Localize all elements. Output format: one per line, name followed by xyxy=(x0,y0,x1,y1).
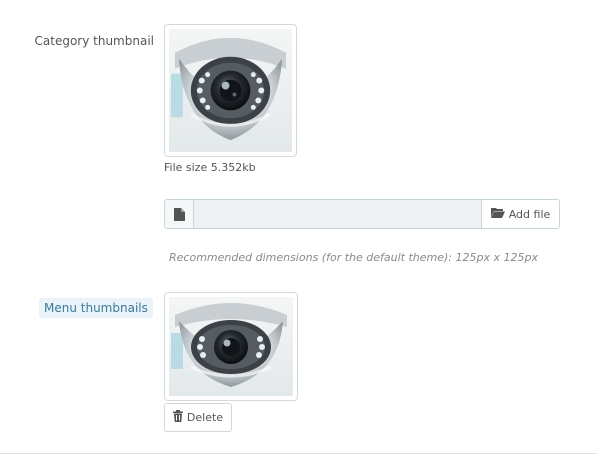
delete-label: Delete xyxy=(186,411,224,424)
add-file-button[interactable]: Add file xyxy=(481,200,559,228)
folder-open-icon xyxy=(490,207,505,221)
file-size-text: File size 5.352kb xyxy=(164,161,256,174)
delete-button[interactable]: Delete xyxy=(164,403,232,432)
file-icon xyxy=(165,200,194,228)
file-upload-group: Add file xyxy=(164,199,560,229)
category-thumbnail-label: Category thumbnail xyxy=(34,34,154,48)
section-divider xyxy=(0,453,597,454)
trash-icon xyxy=(172,410,183,425)
menu-thumbnail-image xyxy=(164,292,298,401)
camera-image xyxy=(169,29,292,152)
add-file-label: Add file xyxy=(508,207,551,221)
recommended-dimensions-help: Recommended dimensions (for the default … xyxy=(169,251,538,264)
category-thumbnail-image xyxy=(164,24,297,157)
camera-image xyxy=(169,297,293,396)
file-name-input[interactable] xyxy=(194,200,481,228)
menu-thumbnails-label: Menu thumbnails xyxy=(39,298,153,318)
